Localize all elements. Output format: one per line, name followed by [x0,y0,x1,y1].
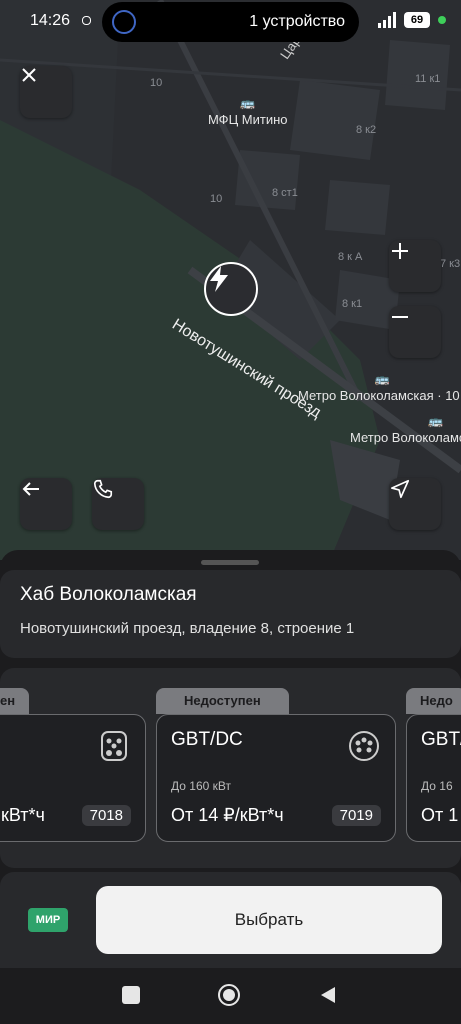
connector-power: До 160 кВт [171,779,231,793]
bus-icon: 🚌 [374,372,390,386]
system-nav-bar [0,968,461,1024]
connector-power: До 16 [421,779,453,793]
sheet-drag-handle[interactable] [201,560,259,565]
zoom-out-button[interactable] [389,306,441,358]
minus-icon [392,316,408,318]
connector-body: GBT/ До 16 От 1 [406,714,461,842]
connector-type: GBT/DC [171,729,243,750]
station-info: Хаб Волоколамская Новотушинский проезд, … [0,570,461,658]
notification-dot-icon [82,16,91,25]
home-icon [223,989,235,1001]
connector-id: 7018 [81,805,131,826]
station-title: Хаб Волоколамская [20,584,197,605]
map-label: 8 к2 [356,124,377,136]
poi-mfc[interactable]: 🚌 МФЦ Митино [208,96,288,127]
map-label: 8 к А [338,251,363,263]
clock: 14:26 [30,12,71,29]
navigation-arrow-icon [390,479,410,499]
dynamic-island[interactable]: 1 устройство [102,2,359,42]
connector-status: ен [0,688,30,714]
status-dot-icon [438,16,446,24]
map-label: 10 [150,77,163,89]
arrow-left-icon [22,482,39,496]
map-label: 11 к1 [415,73,441,85]
mir-card-logo[interactable]: МИР [28,908,68,932]
bus-icon: 🚌 [428,414,443,428]
map-view[interactable]: Цар 10 11 к1 8 к2 8 ст1 10 8 к А 8 к1 7 … [0,0,461,560]
payment-bar: МИР Выбрать [0,872,461,972]
zoom-in-button[interactable] [389,240,441,292]
poi-metro-2[interactable]: 🚌 Метро Волоколамская [350,414,461,445]
map-label: 10 [210,193,223,205]
connector-status: Недоступен [156,688,289,714]
back-button[interactable] [20,478,72,530]
connector-card[interactable]: Недоступен GBT/DC До 160 кВт От 14 ₽/кВт… [156,688,396,848]
connector-body: GBT/DC До 160 кВт От 14 ₽/кВт*ч 7019 [156,714,396,842]
lightning-icon [210,266,228,292]
back-nav-button[interactable] [318,985,338,1005]
recents-button[interactable] [122,986,140,1004]
poi-label: Метро Волоколамская [350,430,461,445]
device-count: 1 устройство [249,13,345,30]
connector-price: От 1 [421,805,459,825]
connector-plug-icon [101,731,127,761]
app-logo-icon [112,10,136,34]
locate-button[interactable] [389,478,441,530]
connector-carousel[interactable]: ен кВт*ч 7018 Недоступен GBT/DC До 160 к… [0,668,461,868]
plus-icon [392,243,408,259]
close-button[interactable] [20,66,72,118]
connector-card[interactable]: ен кВт*ч 7018 [0,688,146,848]
poi-label: МФЦ Митино [208,112,288,127]
connector-price: От 14 ₽/кВт*ч [171,805,284,825]
bottom-sheet[interactable]: Хаб Волоколамская Новотушинский проезд, … [0,550,461,1024]
connector-status: Недо [406,688,461,714]
poi-label: Метро Волоколамская · 10 [298,388,460,403]
connector-type: GBT/ [421,729,461,750]
battery-icon: 69 [404,12,430,28]
station-pin[interactable] [204,262,258,316]
map-label: 8 к1 [342,298,363,310]
phone-icon [93,479,113,499]
connector-id: 7019 [331,805,381,826]
connector-body: кВт*ч 7018 [0,714,146,842]
map-label: 7 к3 [440,258,461,270]
bus-icon: 🚌 [240,96,256,110]
map-label: 8 ст1 [272,187,298,199]
status-bar: 14:26 1 устройство 69 [0,0,461,44]
connector-card[interactable]: Недо GBT/ До 16 От 1 [406,688,461,848]
station-address: Новотушинский проезд, владение 8, строен… [20,620,355,637]
home-button[interactable] [218,984,240,1006]
close-icon [22,68,36,82]
select-button[interactable]: Выбрать [96,886,442,954]
poi-metro-1[interactable]: 🚌 Метро Волоколамская · 10 [298,372,460,403]
connector-plug-icon [349,731,379,761]
connector-price: кВт*ч [1,805,45,825]
signal-icon [378,12,396,28]
call-button[interactable] [92,478,144,530]
